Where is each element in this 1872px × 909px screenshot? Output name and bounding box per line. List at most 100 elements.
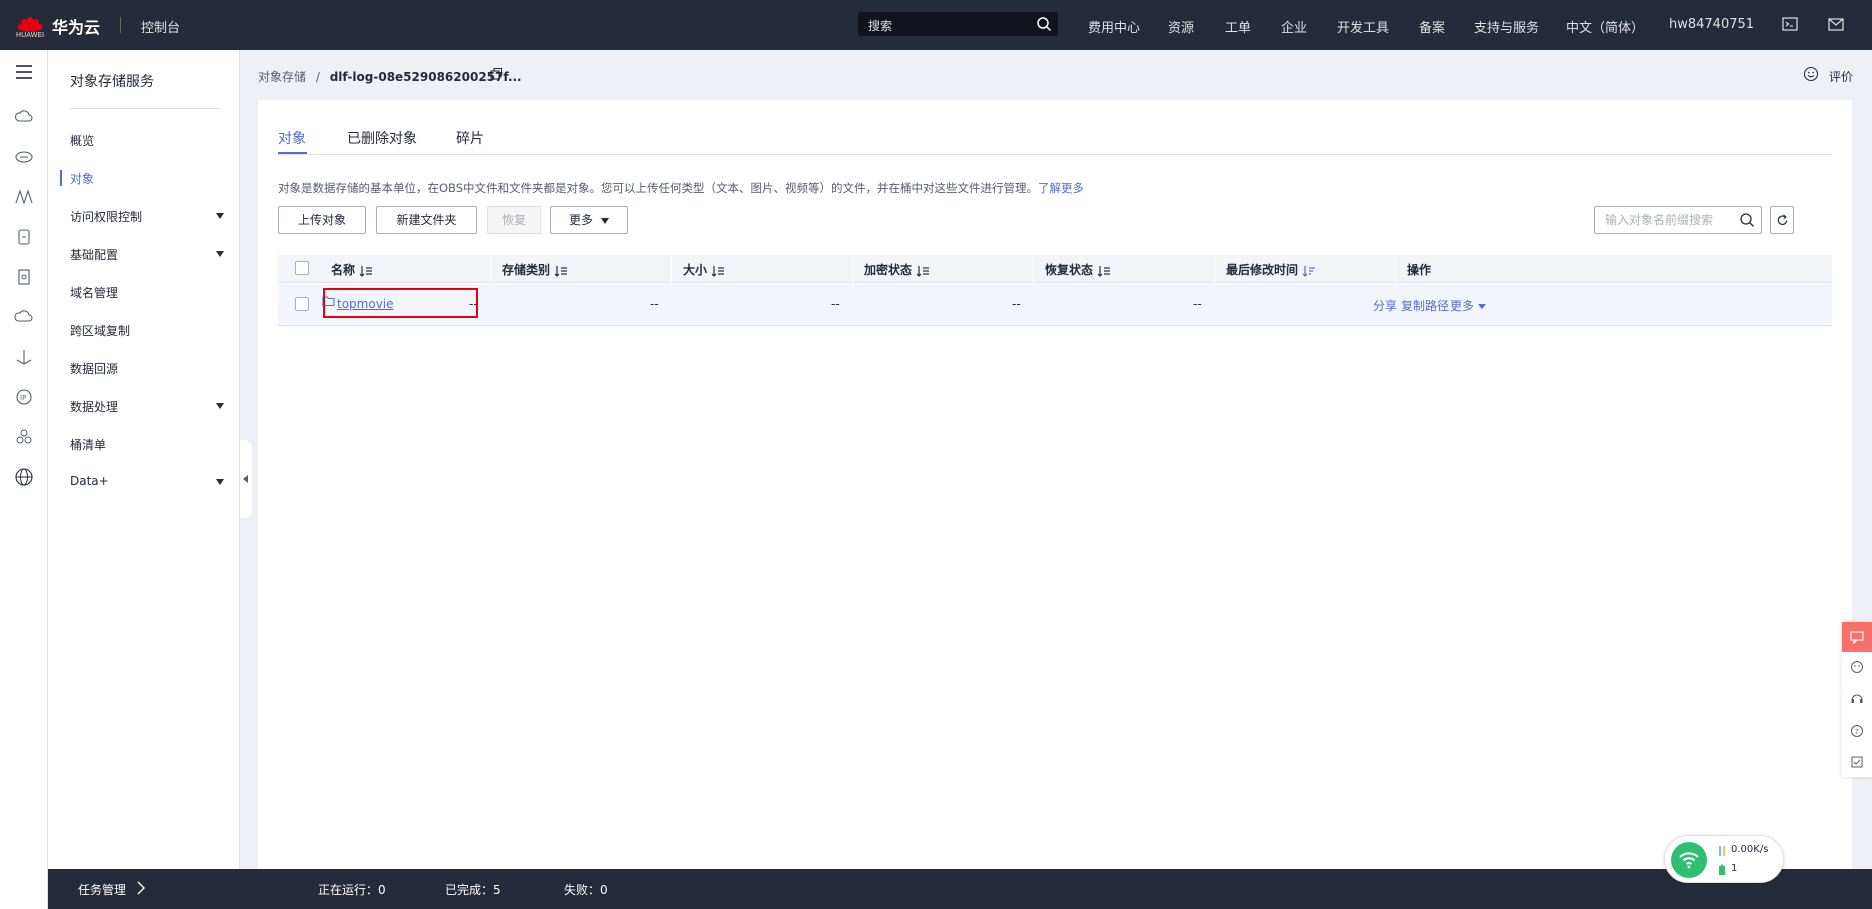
- sidebar: 对象存储服务 概览 对象 访问权限控制 基础配置 域名管理 跨区域复制 数据回源…: [48, 50, 240, 909]
- column-label: 存储类别: [502, 263, 551, 277]
- column-divider: [671, 255, 672, 283]
- task-manager-toggle[interactable]: 任务管理: [78, 881, 126, 898]
- caret-down-icon: [216, 403, 224, 409]
- document-icon[interactable]: [14, 267, 34, 287]
- sidebar-item-data-processing[interactable]: 数据处理: [48, 391, 240, 421]
- nav-resources[interactable]: 资源: [1168, 17, 1194, 36]
- sidebar-item-overview[interactable]: 概览: [48, 125, 240, 155]
- database-icon[interactable]: [14, 227, 34, 247]
- svg-text:IP: IP: [20, 394, 26, 402]
- ip-icon[interactable]: IP: [14, 387, 34, 407]
- new-folder-button[interactable]: 新建文件夹: [376, 206, 477, 234]
- done-label: 已完成：: [445, 883, 494, 897]
- search-icon[interactable]: [1739, 212, 1755, 228]
- copy-icon[interactable]: [489, 67, 503, 81]
- sort-icon[interactable]: [554, 265, 568, 277]
- sidebar-item-data-plus[interactable]: Data+: [48, 467, 240, 497]
- object-prefix-search-input[interactable]: 输入对象名前缀搜索: [1594, 206, 1762, 234]
- caret-down-icon: [1478, 304, 1487, 309]
- sidebar-item-domain[interactable]: 域名管理: [48, 277, 240, 307]
- network-count: 1: [1731, 863, 1738, 874]
- nav-enterprise[interactable]: 企业: [1281, 17, 1307, 36]
- nav-dev-tools[interactable]: 开发工具: [1337, 17, 1389, 36]
- network-speed-widget[interactable]: 0.00K/s 1: [1664, 835, 1784, 883]
- anchor-icon[interactable]: [14, 347, 34, 367]
- sort-icon[interactable]: [359, 265, 373, 277]
- wifi-icon: [1671, 842, 1707, 878]
- caret-down-icon: [601, 217, 609, 224]
- column-header-size[interactable]: 大小: [683, 261, 725, 278]
- table-row[interactable]: topmovie -- -- -- -- -- 分享 复制路径 更多: [278, 284, 1832, 326]
- tab-objects[interactable]: 对象: [278, 128, 306, 148]
- cloud-server-icon[interactable]: [14, 107, 34, 127]
- account-name[interactable]: hw84740751: [1669, 17, 1754, 32]
- sidebar-item-label: 跨区域复制: [70, 324, 131, 338]
- running-value: 0: [378, 883, 386, 897]
- tab-fragments[interactable]: 碎片: [456, 128, 484, 148]
- row-checkbox[interactable]: [295, 297, 309, 311]
- sidebar-item-access-control[interactable]: 访问权限控制: [48, 201, 240, 231]
- nav-billing[interactable]: 费用中心: [1088, 17, 1140, 36]
- sidebar-item-objects[interactable]: 对象: [48, 163, 240, 193]
- sort-icon[interactable]: [916, 265, 930, 277]
- nav-tickets[interactable]: 工单: [1225, 17, 1251, 36]
- tab-deleted-objects[interactable]: 已删除对象: [347, 128, 417, 148]
- console-link[interactable]: 控制台: [141, 17, 180, 36]
- globe-icon[interactable]: [14, 467, 34, 487]
- service-icon-rail: IP: [0, 50, 48, 909]
- column-header-storage-class[interactable]: 存储类别: [502, 261, 568, 278]
- sidebar-item-back-to-source[interactable]: 数据回源: [48, 353, 240, 383]
- language-switch[interactable]: 中文（简体）: [1566, 17, 1644, 36]
- sort-desc-icon[interactable]: [1302, 265, 1316, 277]
- done-value: 5: [493, 883, 501, 897]
- huawei-logo[interactable]: HUAWEI: [10, 8, 50, 42]
- checklist-icon[interactable]: [1850, 755, 1864, 769]
- column-header-name[interactable]: 名称: [331, 261, 373, 278]
- row-more-dropdown[interactable]: 更多: [1450, 297, 1487, 314]
- share-link[interactable]: 分享: [1373, 297, 1397, 314]
- column-header-encryption[interactable]: 加密状态: [864, 261, 930, 278]
- select-all-checkbox[interactable]: [295, 261, 309, 275]
- assistant-icon[interactable]: [1850, 660, 1864, 674]
- updown-arrows-icon: [1719, 846, 1725, 856]
- help-icon[interactable]: ?: [1850, 724, 1864, 738]
- headset-icon[interactable]: [1850, 692, 1864, 706]
- sidebar-item-label: 数据处理: [70, 400, 119, 414]
- network-icon[interactable]: [14, 187, 34, 207]
- column-header-last-modified[interactable]: 最后修改时间: [1226, 261, 1316, 278]
- sidebar-item-cross-region[interactable]: 跨区域复制: [48, 315, 240, 345]
- global-search-input[interactable]: 搜索: [858, 12, 1058, 36]
- breadcrumb-root[interactable]: 对象存储: [258, 70, 306, 84]
- sidebar-item-inventory[interactable]: 桶清单: [48, 429, 240, 459]
- search-icon[interactable]: [1036, 16, 1052, 32]
- chat-button[interactable]: [1842, 622, 1872, 652]
- folder-name-link[interactable]: topmovie: [337, 297, 394, 311]
- feedback-link[interactable]: 评价: [1829, 68, 1853, 85]
- done-count: 已完成：5: [445, 881, 501, 898]
- restore-button[interactable]: 恢复: [487, 206, 541, 234]
- mail-icon[interactable]: [1827, 15, 1845, 33]
- chevron-right-icon[interactable]: [136, 881, 146, 895]
- more-label: 更多: [1450, 299, 1475, 313]
- sort-icon[interactable]: [711, 265, 725, 277]
- cloud-storage-icon[interactable]: [14, 147, 34, 167]
- more-dropdown[interactable]: 更多: [550, 206, 628, 234]
- copy-path-link[interactable]: 复制路径: [1401, 297, 1449, 314]
- nav-filing[interactable]: 备案: [1419, 17, 1445, 36]
- cluster-icon[interactable]: [14, 427, 34, 447]
- cloud-icon[interactable]: [14, 307, 34, 327]
- upload-object-button[interactable]: 上传对象: [278, 206, 366, 234]
- sidebar-collapse-toggle[interactable]: [240, 440, 252, 518]
- brand-name[interactable]: 华为云: [52, 14, 100, 38]
- sidebar-item-basic-config[interactable]: 基础配置: [48, 239, 240, 269]
- smiley-icon[interactable]: [1803, 66, 1819, 82]
- terminal-icon[interactable]: [1781, 15, 1799, 33]
- column-header-restore-status[interactable]: 恢复状态: [1045, 261, 1111, 278]
- failed-label: 失败：: [564, 883, 601, 897]
- nav-support[interactable]: 支持与服务: [1474, 17, 1539, 36]
- caret-down-icon: [216, 213, 224, 219]
- menu-icon[interactable]: [14, 62, 34, 82]
- refresh-button[interactable]: [1770, 206, 1794, 234]
- learn-more-link[interactable]: 了解更多: [1038, 181, 1084, 195]
- sort-icon[interactable]: [1097, 265, 1111, 277]
